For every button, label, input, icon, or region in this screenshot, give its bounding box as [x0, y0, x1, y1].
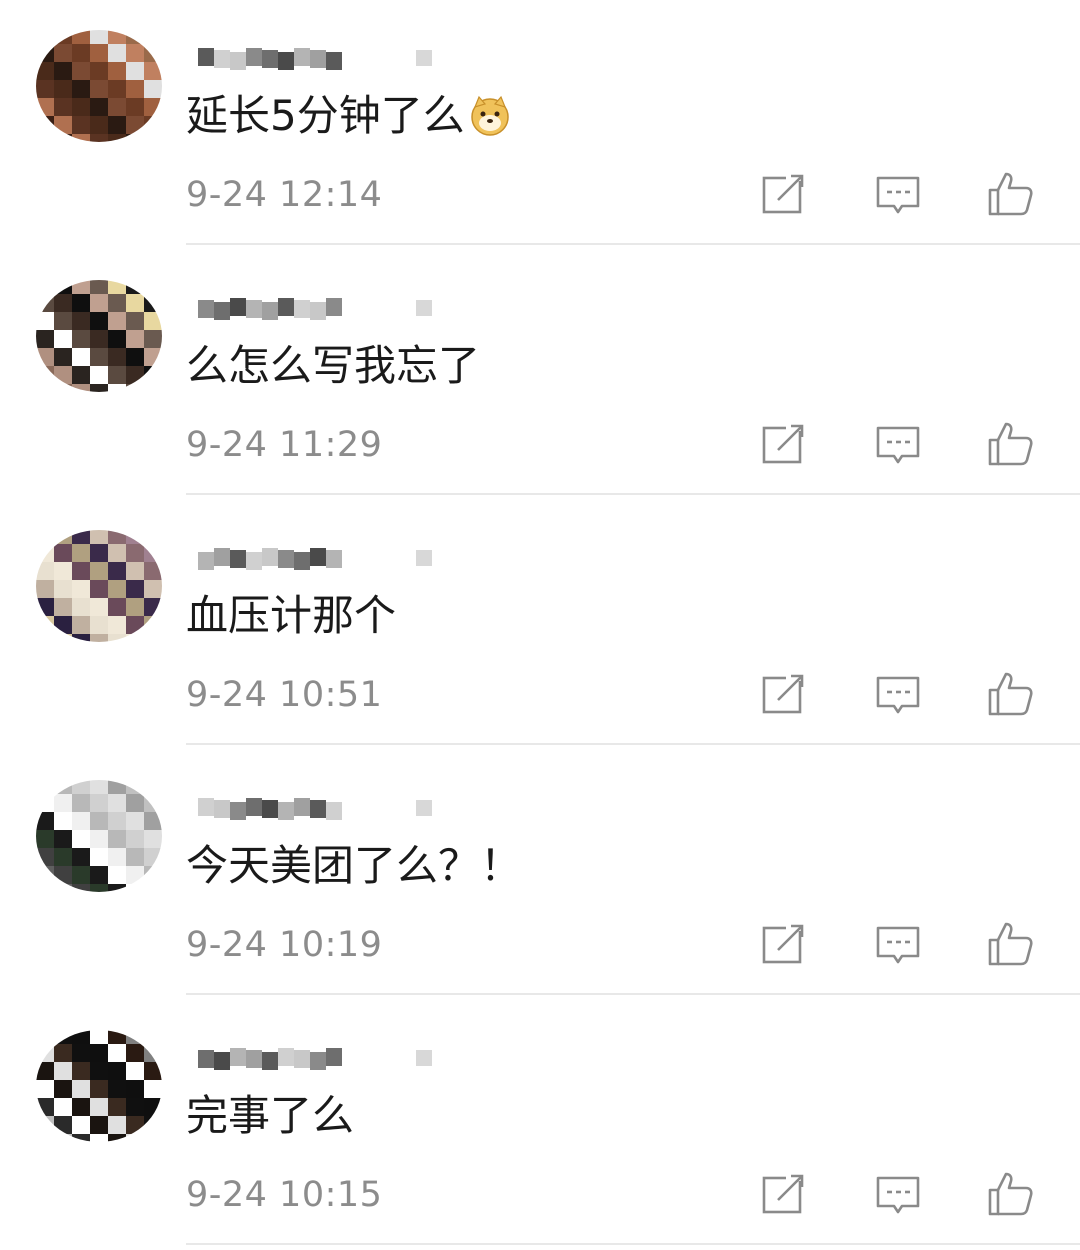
username-mosaic: [198, 548, 432, 570]
avatar[interactable]: [36, 530, 162, 642]
comment-text: 延长5分钟了么: [186, 91, 465, 140]
avatar-mosaic: [36, 30, 162, 142]
reply-button[interactable]: [872, 1168, 924, 1220]
reply-button[interactable]: [872, 168, 924, 220]
comment-timestamp: 9-24 10:15: [186, 1175, 383, 1215]
share-icon: [762, 922, 805, 964]
like-button[interactable]: [984, 168, 1036, 220]
avatar-mosaic: [36, 530, 162, 642]
comment-timestamp: 9-24 11:29: [186, 425, 383, 465]
comment-timestamp: 9-24 10:51: [186, 675, 383, 715]
comment-item: 么怎么写我忘了 9-24 11:29: [0, 250, 1080, 500]
share-icon: [762, 1172, 805, 1214]
username-redacted[interactable]: [198, 286, 432, 326]
divider: [186, 493, 1080, 495]
username-redacted[interactable]: [198, 1036, 432, 1076]
thumbs-up-icon: [988, 422, 1033, 466]
divider: [186, 993, 1080, 995]
comment-text-row: 么怎么写我忘了: [186, 336, 480, 396]
comment-item: 完事了么 9-24 10:15: [0, 1000, 1080, 1250]
share-icon: [762, 172, 805, 214]
reply-icon: [876, 1176, 920, 1214]
comment-item: 今天美团了么？！ 9-24 10:19: [0, 750, 1080, 1000]
share-icon: [762, 672, 805, 714]
like-button[interactable]: [984, 918, 1036, 970]
avatar[interactable]: [36, 30, 162, 142]
share-button[interactable]: [758, 918, 810, 970]
share-button[interactable]: [758, 668, 810, 720]
comment-text-row: 延长5分钟了么: [186, 86, 511, 146]
comment-text-row: 完事了么: [186, 1086, 354, 1146]
reply-icon: [876, 676, 920, 714]
avatar[interactable]: [36, 1030, 162, 1142]
comment-item: 血压计那个 9-24 10:51: [0, 500, 1080, 750]
comment-text-row: 今天美团了么？！: [186, 836, 522, 896]
username-redacted[interactable]: [198, 786, 432, 826]
divider: [186, 243, 1080, 245]
username-mosaic: [198, 1048, 432, 1070]
avatar-mosaic: [36, 1030, 162, 1142]
thumbs-up-icon: [988, 922, 1033, 966]
like-button[interactable]: [984, 418, 1036, 470]
username-redacted[interactable]: [198, 36, 432, 76]
share-button[interactable]: [758, 1168, 810, 1220]
reply-icon: [876, 926, 920, 964]
username-mosaic: [198, 298, 432, 320]
thumbs-up-icon: [988, 672, 1033, 716]
avatar[interactable]: [36, 780, 162, 892]
like-button[interactable]: [984, 668, 1036, 720]
share-button[interactable]: [758, 418, 810, 470]
username-mosaic: [198, 798, 432, 820]
comment-text: 今天美团了么？！: [186, 841, 523, 890]
like-button[interactable]: [984, 1168, 1036, 1220]
thumbs-up-icon: [988, 172, 1033, 216]
comment-text: 血压计那个: [186, 591, 397, 640]
comment-text: 么怎么写我忘了: [186, 341, 481, 390]
comment-timestamp: 9-24 10:19: [186, 925, 383, 965]
username-redacted[interactable]: [198, 536, 432, 576]
reply-button[interactable]: [872, 668, 924, 720]
reply-button[interactable]: [872, 418, 924, 470]
comment-text: 完事了么: [186, 1091, 355, 1140]
reply-icon: [876, 176, 920, 214]
avatar-mosaic: [36, 280, 162, 392]
username-mosaic: [198, 48, 432, 70]
comment-item: 延长5分钟了么 9-24 12:14: [0, 0, 1080, 250]
reply-icon: [876, 426, 920, 464]
reply-button[interactable]: [872, 918, 924, 970]
avatar-mosaic: [36, 780, 162, 892]
divider: [186, 1243, 1080, 1245]
comment-text-row: 血压计那个: [186, 586, 396, 646]
divider: [186, 743, 1080, 745]
share-icon: [762, 422, 805, 464]
share-button[interactable]: [758, 168, 810, 220]
thumbs-up-icon: [988, 1172, 1033, 1216]
doge-emoji-icon: [470, 95, 509, 136]
comment-timestamp: 9-24 12:14: [186, 175, 383, 215]
avatar[interactable]: [36, 280, 162, 392]
